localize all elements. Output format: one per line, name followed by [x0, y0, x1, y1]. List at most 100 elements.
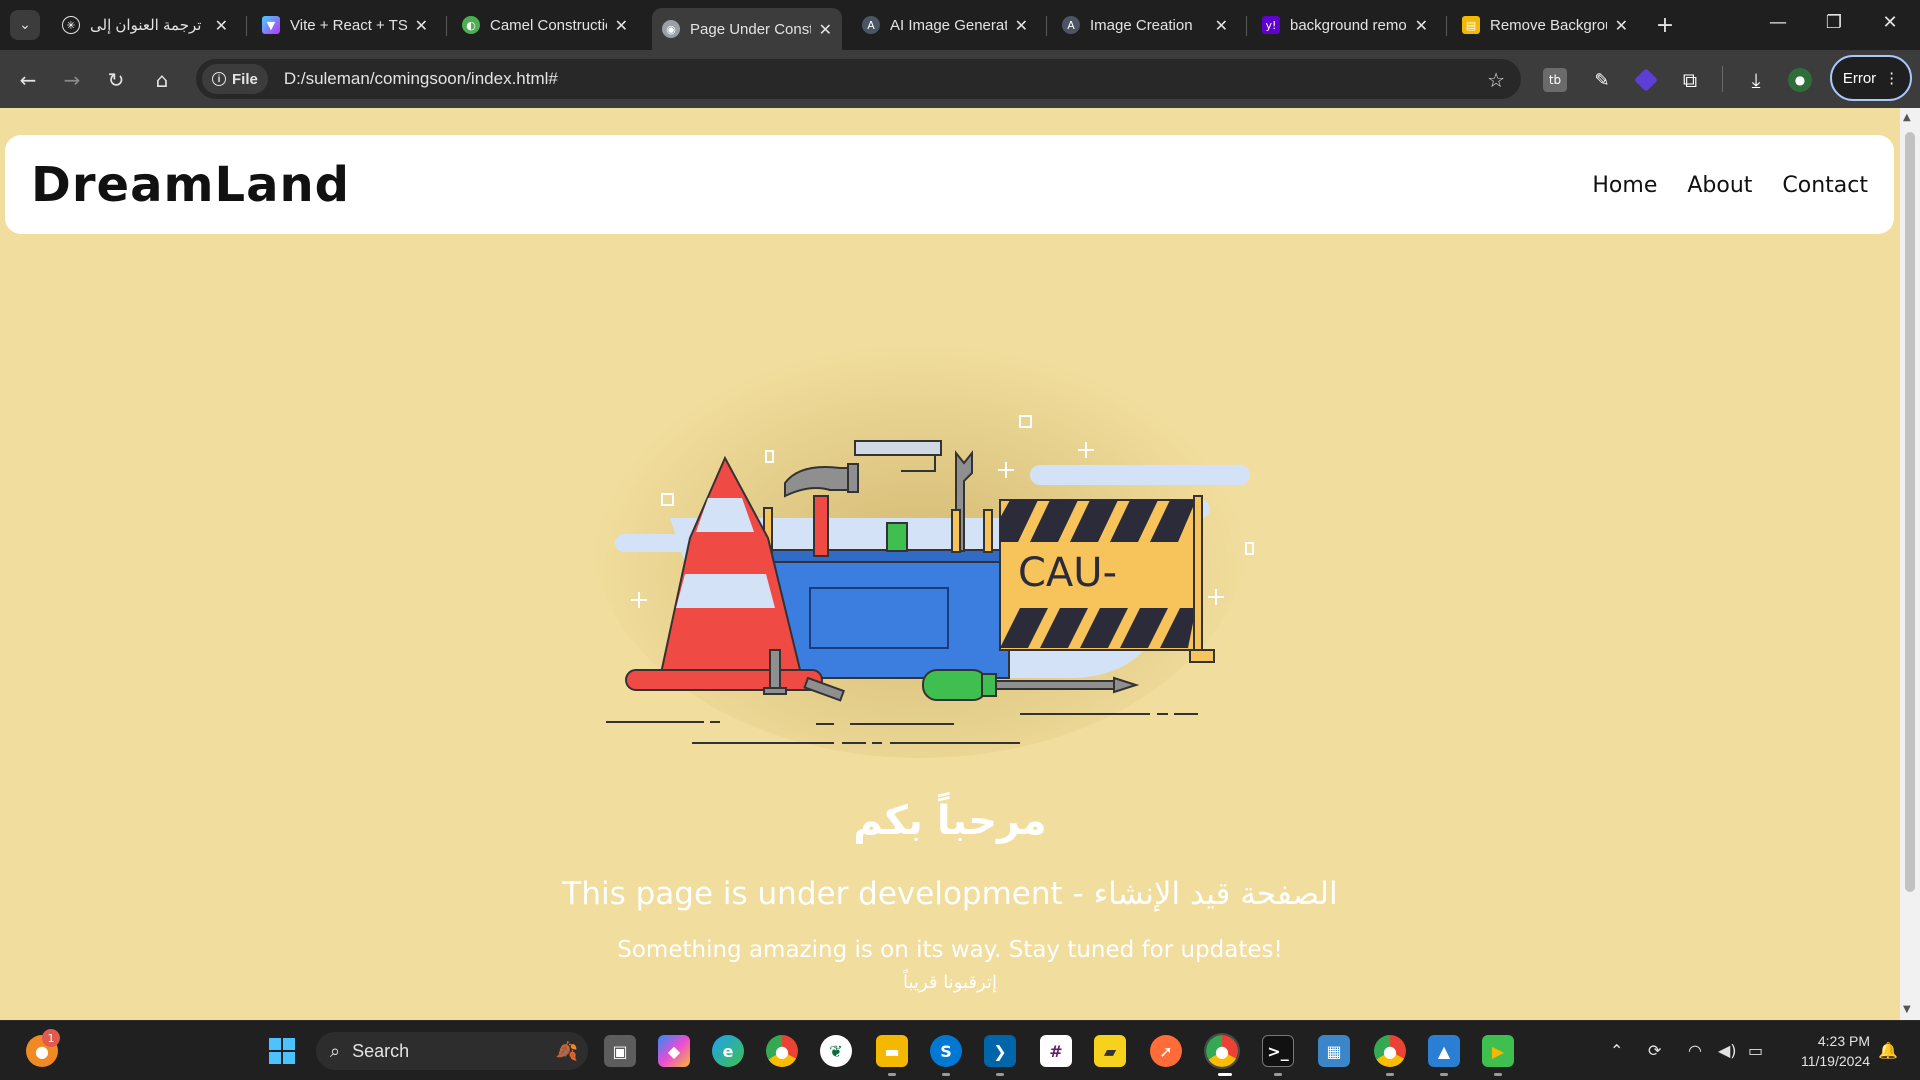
terminal-icon[interactable]: >_ [1262, 1035, 1294, 1067]
profile-error-button[interactable]: Error ⋮ [1830, 55, 1912, 101]
tab-title: Camel Construction [490, 16, 607, 34]
tab-separator [1046, 16, 1047, 36]
chevron-up-icon[interactable]: ⌃ [1610, 1041, 1623, 1060]
tab-2[interactable]: ▼ Vite + React + TS ✕ [252, 8, 438, 42]
page-scrollbar[interactable]: ▲ ▼ [1900, 108, 1920, 1020]
search-icon: ⌕ [330, 1040, 341, 1061]
new-tab-button[interactable]: + [1652, 12, 1678, 38]
chrome-active-icon[interactable]: ● [1204, 1033, 1240, 1069]
caution-text: CAU- [1018, 550, 1117, 596]
task-view-icon[interactable]: ▣ [604, 1035, 636, 1067]
file-explorer-icon[interactable]: ▬ [876, 1035, 908, 1067]
hammer [813, 495, 829, 557]
tab-5[interactable]: A AI Image Generator ✕ [852, 8, 1038, 42]
control-panel-icon[interactable]: ▦ [1318, 1035, 1350, 1067]
volume-icon[interactable]: ◀) [1718, 1041, 1737, 1060]
close-icon[interactable]: ✕ [1215, 16, 1228, 35]
bookmark-star-icon[interactable]: ☆ [1487, 68, 1505, 92]
close-icon[interactable]: ✕ [615, 16, 628, 35]
clock-time: 4:23 PM [1817, 1033, 1870, 1049]
tab-3[interactable]: ◐ Camel Construction ✕ [452, 8, 638, 42]
site-navbar: DreamLand Home About Contact [5, 135, 1894, 234]
tab-7[interactable]: y! background remover ✕ [1252, 8, 1438, 42]
screwdriver [922, 669, 988, 701]
tab-4-active[interactable]: ◉ Page Under Construction ✕ [652, 8, 842, 50]
browser-toolbar: ← → ↻ ⌂ i File D:/suleman/comingsoon/ind… [0, 50, 1920, 108]
scroll-up-icon[interactable]: ▲ [1903, 112, 1911, 123]
welcome-heading: مرحباً بكم [853, 798, 1047, 844]
scroll-down-icon[interactable]: ▼ [1903, 1004, 1911, 1015]
tab-title: Page Under Construction [690, 20, 811, 38]
sync-icon[interactable]: ⟳ [1648, 1041, 1661, 1060]
package-icon[interactable]: ▶ [1482, 1035, 1514, 1067]
tab-1[interactable]: ✳ ترجمة العنوان إلى ✕ [52, 8, 238, 42]
avatar[interactable]: ● [1788, 68, 1812, 92]
download-icon[interactable]: ⤓ [1744, 68, 1768, 92]
scroll-thumb[interactable] [1905, 132, 1915, 892]
address-bar[interactable]: i File D:/suleman/comingsoon/index.html#… [196, 59, 1521, 99]
autumn-icon: 🍂 [555, 1040, 578, 1061]
wifi-icon[interactable]: ◠ [1688, 1041, 1702, 1060]
close-icon[interactable]: ✕ [1015, 16, 1028, 35]
vscode-icon[interactable]: ❯ [984, 1035, 1016, 1067]
start-icon[interactable] [266, 1035, 298, 1067]
clock[interactable]: 4:23 PM 11/19/2024 [1786, 1031, 1870, 1071]
tab-title: Image Creation [1090, 16, 1193, 34]
yahoo-icon: y! [1262, 16, 1280, 34]
close-icon[interactable]: ✕ [1615, 16, 1628, 35]
battery-icon[interactable]: ▭ [1748, 1041, 1763, 1060]
running-indicator [888, 1073, 896, 1076]
slack-icon[interactable]: # [1040, 1035, 1072, 1067]
tab-title: Remove Background [1490, 16, 1607, 34]
tab-6[interactable]: A Image Creation ✕ [1052, 8, 1238, 42]
running-indicator [1440, 1073, 1448, 1076]
extension-diamond-icon[interactable] [1634, 68, 1658, 92]
home-icon[interactable]: ⌂ [148, 66, 176, 94]
photos-icon[interactable]: ▲ [1428, 1035, 1460, 1067]
reload-icon[interactable]: ↻ [102, 66, 130, 94]
extension-brush-icon[interactable]: ✎ [1590, 68, 1614, 92]
tab-8[interactable]: ▤ Remove Background ✕ [1452, 8, 1638, 42]
taskbar-search[interactable]: ⌕ Search 🍂 [316, 1032, 588, 1070]
close-icon[interactable]: ✕ [215, 16, 228, 35]
tab-title: background remover [1290, 16, 1407, 34]
back-icon[interactable]: ← [14, 66, 42, 94]
site-info-chip[interactable]: i File [202, 64, 268, 94]
extensions-puzzle-icon[interactable]: ⧉ [1678, 68, 1702, 92]
clock-date: 11/19/2024 [1800, 1053, 1870, 1069]
copilot-icon[interactable]: ◆ [658, 1035, 690, 1067]
nav-about-link[interactable]: About [1687, 173, 1752, 198]
tab-title: ترجمة العنوان إلى [90, 17, 202, 34]
chrome-icon[interactable]: ● [766, 1035, 798, 1067]
close-window-button[interactable]: ✕ [1870, 12, 1910, 33]
skype-icon[interactable]: S [930, 1035, 962, 1067]
tab-separator [1446, 16, 1447, 36]
nav-home-link[interactable]: Home [1592, 173, 1657, 198]
openai-icon: ✳ [62, 16, 80, 34]
brush [886, 522, 908, 552]
sticky-notes-icon[interactable]: ▰ [1094, 1035, 1126, 1067]
forward-icon[interactable]: → [58, 66, 86, 94]
tab-search-button[interactable]: ⌄ [10, 10, 40, 40]
edge-icon[interactable]: e [712, 1035, 744, 1067]
mongodb-icon[interactable]: ❦ [820, 1035, 852, 1067]
bolt [769, 649, 781, 691]
close-icon[interactable]: ✕ [1415, 16, 1428, 35]
running-indicator [996, 1073, 1004, 1076]
close-icon[interactable]: ✕ [819, 20, 832, 39]
postman-icon[interactable]: ➚ [1150, 1035, 1182, 1067]
extension-tb-icon[interactable]: tb [1543, 68, 1567, 92]
remove-bg-icon: ▤ [1462, 16, 1480, 34]
notification-bell-icon[interactable]: 🔔 [1878, 1041, 1898, 1060]
close-icon[interactable]: ✕ [415, 16, 428, 35]
nav-links: Home About Contact [1592, 173, 1868, 198]
brand-logo[interactable]: DreamLand [31, 157, 350, 213]
stay-tuned-arabic-text: إترقبونا قريباً [903, 972, 997, 993]
paint-roller [854, 440, 942, 456]
globe-icon: ◉ [662, 20, 680, 38]
minimize-button[interactable]: — [1758, 12, 1798, 33]
chrome-profile-icon[interactable]: ● [1374, 1035, 1406, 1067]
nav-contact-link[interactable]: Contact [1782, 173, 1868, 198]
restore-button[interactable]: ❐ [1814, 12, 1854, 33]
ai-icon: A [862, 16, 880, 34]
